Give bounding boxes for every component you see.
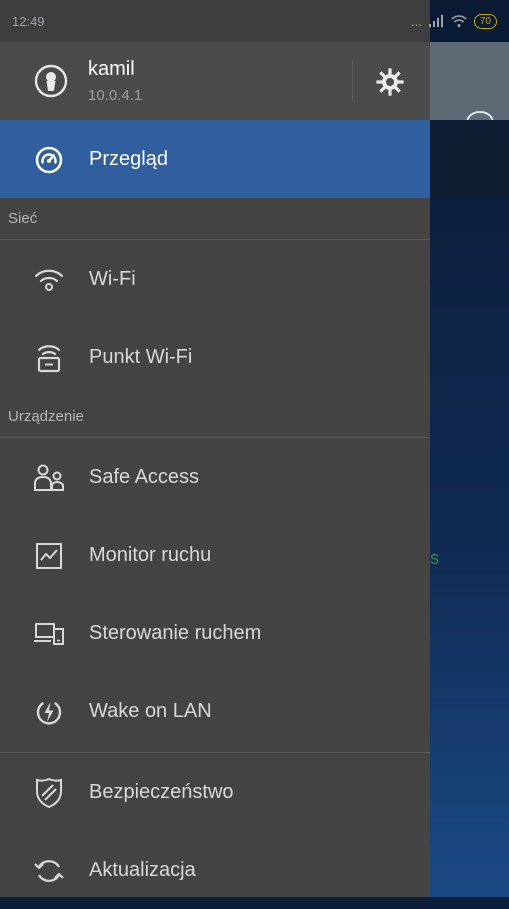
menu-item-label: Wi-Fi xyxy=(89,267,136,290)
settings-gear-icon[interactable] xyxy=(372,64,408,100)
status-bar: 12:49 ... 70 xyxy=(0,0,509,42)
menu-item-overview[interactable]: Przegląd xyxy=(0,120,430,198)
section-device-label: Urządzenie xyxy=(8,408,84,425)
menu-item-label: Aktualizacja xyxy=(89,858,196,881)
menu-item-update[interactable]: Aktualizacja xyxy=(0,831,430,909)
status-time: 12:49 xyxy=(12,13,45,29)
menu-item-label: Sterowanie ruchem xyxy=(89,621,262,644)
header-divider xyxy=(352,60,353,102)
user-ip: 10.0.4.1 xyxy=(88,87,143,104)
menu-item-label: Bezpieczeństwo xyxy=(89,780,234,803)
hotspot-router-icon xyxy=(33,342,65,374)
account-icon[interactable] xyxy=(34,64,68,98)
menu-item-traffic-monitor[interactable]: Monitor ruchu xyxy=(0,516,430,594)
menu-item-safe-access[interactable]: Safe Access xyxy=(0,438,430,516)
navigation-drawer: kamil 10.0.4.1 Przegląd Sieć Wi-Fi Punkt… xyxy=(0,0,430,897)
status-icons: ... 70 xyxy=(411,13,497,29)
wifi-status-icon xyxy=(450,14,468,28)
menu-item-label: Wake on LAN xyxy=(89,699,212,722)
wifi-icon xyxy=(33,264,65,296)
users-icon xyxy=(33,462,65,494)
user-name: kamil xyxy=(88,58,135,80)
drawer-header: kamil 10.0.4.1 xyxy=(0,42,430,120)
chart-monitor-icon xyxy=(33,540,65,572)
battery-indicator: 70 xyxy=(473,13,497,29)
menu-item-label: Safe Access xyxy=(89,465,200,488)
menu-item-label: Monitor ruchu xyxy=(89,543,212,566)
status-dots: ... xyxy=(411,13,422,29)
signal-icon xyxy=(428,14,444,28)
shield-icon xyxy=(33,777,65,809)
power-bolt-icon xyxy=(33,696,65,728)
menu-item-traffic-control[interactable]: Sterowanie ruchem xyxy=(0,594,430,672)
menu-item-label: Punkt Wi-Fi xyxy=(89,345,193,368)
section-network-label: Sieć xyxy=(8,210,38,227)
refresh-icon xyxy=(33,855,65,887)
menu-item-label: Przegląd xyxy=(89,147,168,170)
menu-item-wifi[interactable]: Wi-Fi xyxy=(0,240,430,318)
background-partial-text: s xyxy=(430,548,439,568)
speedometer-icon xyxy=(33,144,65,176)
devices-icon xyxy=(33,618,65,650)
menu-item-security[interactable]: Bezpieczeństwo xyxy=(0,753,430,831)
menu-item-hotspot[interactable]: Punkt Wi-Fi xyxy=(0,318,430,396)
menu-item-wake-on-lan[interactable]: Wake on LAN xyxy=(0,672,430,750)
